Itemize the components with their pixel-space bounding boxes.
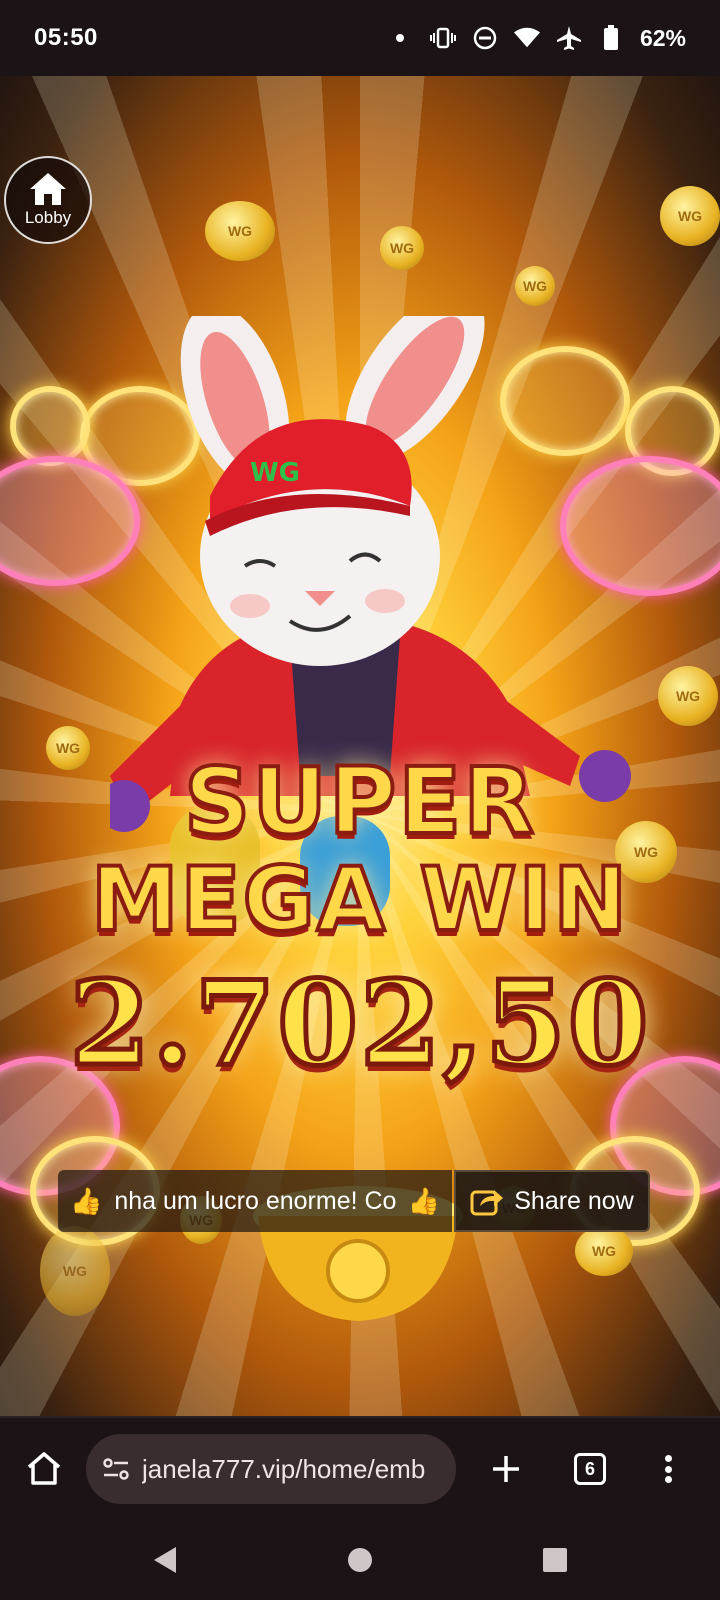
thumbs-up-icon: 👍 <box>407 1185 440 1216</box>
back-button[interactable] <box>145 1540 185 1580</box>
coin-decoration: WG <box>205 201 275 261</box>
thumbs-up-icon: 👍 <box>70 1185 103 1216</box>
battery-icon <box>598 25 624 51</box>
win-amount: 2.702,50 <box>67 954 651 1095</box>
browser-toolbar: janela777.vip/home/emb 6 <box>0 1416 720 1520</box>
address-bar[interactable]: janela777.vip/home/emb <box>86 1434 456 1504</box>
recents-square-icon <box>543 1548 567 1572</box>
browser-home-button[interactable] <box>22 1447 66 1491</box>
game-canvas[interactable]: WG WG WG WG WG WG WG WG WG WG WG WG <box>0 76 720 1416</box>
coin-decoration: WG <box>380 226 424 270</box>
home-icon <box>30 173 66 205</box>
recents-button[interactable] <box>535 1540 575 1580</box>
coin-decoration: WG <box>660 186 720 246</box>
win-title-line2: MEGA WIN <box>89 846 630 953</box>
share-ticker: 👍 nha um lucro enorme! Cor 👍 <box>58 1170 452 1232</box>
vibrate-icon <box>429 25 456 51</box>
gold-cloud-decoration <box>10 386 90 466</box>
ticker-text: nha um lucro enorme! Cor <box>114 1186 396 1215</box>
plus-icon <box>493 1456 519 1482</box>
share-icon <box>470 1190 504 1216</box>
coin-decoration: WG <box>515 266 555 306</box>
site-settings-icon[interactable] <box>102 1458 130 1480</box>
notification-dot-icon <box>395 34 404 42</box>
status-bar: 05:50 62% <box>0 0 720 76</box>
win-title-line1: SUPER <box>182 746 537 857</box>
back-triangle-icon <box>154 1547 176 1573</box>
wifi-icon <box>513 25 540 51</box>
coin-decoration: WG <box>575 1226 633 1276</box>
system-nav-bar <box>0 1520 720 1600</box>
do-not-disturb-icon <box>472 25 498 51</box>
share-now-label: Share now <box>514 1186 634 1215</box>
coin-decoration: WG <box>40 1226 110 1316</box>
home-outline-icon <box>27 1452 61 1485</box>
new-tab-button[interactable] <box>486 1449 526 1489</box>
status-time: 05:50 <box>34 24 98 51</box>
home-nav-button[interactable] <box>340 1540 380 1580</box>
tab-switcher-button[interactable]: 6 <box>574 1453 606 1485</box>
status-icons: 62% <box>395 24 686 52</box>
share-now-button[interactable]: Share now <box>454 1170 650 1232</box>
lobby-label: Lobby <box>24 208 72 227</box>
lobby-button[interactable]: Lobby <box>4 156 92 244</box>
cap-logo: WG <box>250 458 300 488</box>
home-circle-icon <box>348 1548 372 1572</box>
more-options-icon[interactable] <box>656 1449 680 1489</box>
battery-percent: 62% <box>639 24 686 51</box>
url-text: janela777.vip/home/emb <box>142 1453 426 1484</box>
airplane-icon <box>556 25 582 51</box>
